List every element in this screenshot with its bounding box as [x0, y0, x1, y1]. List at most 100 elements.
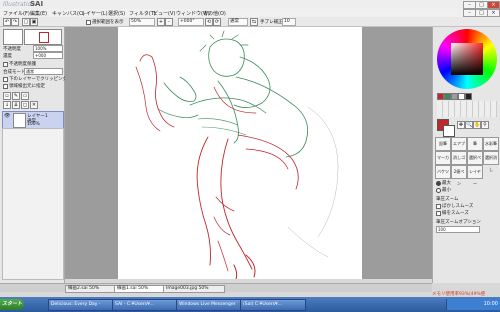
menu-select[interactable]: 選択(S): [108, 10, 125, 17]
mode-select[interactable]: 通常: [228, 18, 248, 26]
select-all-icon[interactable]: ▣: [30, 18, 38, 26]
start-button[interactable]: スタート: [0, 299, 24, 310]
protect-label: 不透明度保護: [9, 62, 36, 67]
taskbar-item-sai[interactable]: SAI - C:¥Users¥...: [112, 299, 178, 311]
eyedropper-icon[interactable]: ⚲: [481, 121, 489, 129]
mode-label: 合成モード: [3, 70, 26, 75]
tool-watercolor[interactable]: 水彩筆: [483, 137, 499, 151]
doc-tab-3-name: Image003.jpg: [166, 286, 198, 291]
layer-list-empty: [2, 128, 64, 280]
tool-pencil[interactable]: 鉛筆: [435, 137, 451, 151]
tool-layer[interactable]: レイヤー: [467, 165, 483, 186]
redo-icon[interactable]: ↷: [11, 18, 19, 26]
taskbar-item-browser[interactable]: Delicious: Every Day -: [48, 299, 114, 311]
color-square[interactable]: [451, 43, 483, 75]
opacity-slider[interactable]: 100%: [33, 45, 63, 52]
size-min-radio[interactable]: [436, 188, 441, 193]
taskbar-item-sai-2[interactable]: (Sai) C:¥Users¥...: [240, 299, 306, 311]
zoom-field[interactable]: 50%: [129, 18, 155, 26]
navigator-thumb[interactable]: [3, 29, 23, 45]
doc-close-button[interactable]: ×: [487, 9, 500, 17]
menu-canvas[interactable]: キャンバス(C): [52, 10, 84, 17]
tool-binary-pen[interactable]: 2値ペン: [451, 165, 467, 186]
menu-layer[interactable]: レイヤー(L): [81, 10, 108, 17]
doc-tab-1-name: 線画2.sai: [68, 286, 88, 291]
layer-panel: 不透明度 100% 濃度 +000 不透明度保護 合成モード 通常 下のレイヤー…: [0, 27, 68, 283]
swatch-black[interactable]: [465, 93, 472, 100]
swatch-red[interactable]: [437, 93, 444, 100]
close-button[interactable]: ×: [487, 1, 500, 9]
ref-checkbox[interactable]: [3, 84, 8, 89]
stabilizer-select[interactable]: 10: [282, 18, 296, 26]
scratch-pad[interactable]: [437, 101, 497, 117]
clock: 10:00: [483, 301, 498, 307]
taskbar: スタート Delicious: Every Day - SAI - C:¥Use…: [0, 297, 500, 312]
protect-checkbox[interactable]: [3, 62, 8, 67]
rotate-right-icon[interactable]: ⟳: [213, 18, 221, 26]
tool-select-eraser[interactable]: 選択消し: [483, 151, 499, 172]
size-max-radio[interactable]: [436, 181, 441, 186]
deselect-icon[interactable]: ▢: [22, 18, 30, 26]
layer-opacity: 100%: [27, 122, 40, 127]
secondary-color[interactable]: [443, 125, 455, 137]
clip-checkbox[interactable]: [3, 77, 8, 82]
doc-tab-3-zoom: 50%: [198, 286, 209, 291]
tool-bucket[interactable]: バケツ: [435, 165, 451, 179]
pressure1-label: ぼかしスムーズ: [442, 204, 474, 209]
swatch-green[interactable]: [444, 93, 451, 100]
tool-marker[interactable]: マーカー: [435, 151, 451, 172]
menu-other[interactable]: その他(O): [203, 10, 226, 17]
doc-tab-2[interactable]: 線画1.sai 50%: [114, 285, 166, 293]
rotate-left-icon[interactable]: ⟲: [205, 18, 213, 26]
color-wheel[interactable]: [437, 29, 497, 89]
layer-row[interactable]: 👁 レイヤー1 通常 100%: [2, 111, 64, 129]
visibility-eye-icon[interactable]: 👁: [4, 113, 10, 119]
toolbar: ↶ ↷ ▢ ▣ 選択範囲を表示 50% + - +000° ⟲ ⟳ 通常 ⇆ 手…: [0, 17, 500, 27]
menu-file[interactable]: ファイル(F): [3, 10, 30, 17]
move-icon[interactable]: ✥: [457, 121, 465, 129]
drawing-canvas[interactable]: [118, 27, 362, 280]
new-linework-icon[interactable]: ✎: [12, 92, 20, 100]
density-slider[interactable]: +000: [33, 52, 63, 59]
app-name: SAI: [30, 0, 44, 8]
menu-edit[interactable]: 編集(E): [30, 10, 47, 17]
undo-icon[interactable]: ↶: [3, 18, 11, 26]
doc-tab-1-zoom: 50%: [89, 286, 100, 291]
doc-tab-1[interactable]: 線画2.sai 50%: [65, 285, 117, 293]
pressure1-checkbox[interactable]: [436, 204, 441, 209]
delete-layer-icon[interactable]: ✕: [30, 101, 38, 109]
new-folder-icon[interactable]: ▭: [21, 92, 29, 100]
zoom-tool-icon[interactable]: 🔍: [465, 121, 473, 129]
transfer-down-icon[interactable]: ↓: [3, 101, 11, 109]
blend-mode-select[interactable]: 通常: [24, 68, 63, 75]
menu-filter[interactable]: フィルタ(T): [129, 10, 156, 17]
pressure2-checkbox[interactable]: [436, 211, 441, 216]
tool-select-pen[interactable]: 選択ペン: [467, 151, 483, 172]
tool-eraser[interactable]: 消しゴム: [451, 151, 467, 172]
navigator-preview[interactable]: [24, 29, 62, 45]
doc-tab-3[interactable]: Image003.jpg 50%: [163, 285, 225, 293]
angle-field[interactable]: +000°: [178, 18, 204, 26]
pressure-option-label: 筆圧ズームオプション: [436, 220, 481, 225]
opacity-label: 不透明度: [3, 47, 21, 52]
merge-down-icon[interactable]: ⇊: [12, 101, 20, 109]
swatch-white[interactable]: [458, 93, 465, 100]
menu-view[interactable]: ビュー(V): [153, 10, 175, 17]
tool-panel: ✥ 🔍 ✋ ⚲ 鉛筆 エアブラシ 筆 水彩筆 マーカー 消しゴム 選択ペン 選択…: [432, 27, 500, 283]
swatch-gray[interactable]: [451, 93, 458, 100]
zoom-out-icon[interactable]: -: [165, 18, 173, 26]
clip-label: 下のレイヤーでクリッピング: [9, 77, 68, 82]
document-tabs: 線画2.sai 50% 線画1.sai 50% Image003.jpg 50%: [0, 283, 432, 293]
hand-icon[interactable]: ✋: [473, 121, 481, 129]
tool-airbrush[interactable]: エアブラシ: [451, 137, 467, 158]
pressure-option-field[interactable]: 100: [436, 226, 480, 233]
zoom-in-icon[interactable]: +: [157, 18, 165, 26]
tool-brush[interactable]: 筆: [467, 137, 483, 151]
system-tray: 10:00: [446, 299, 500, 310]
show-selection-checkbox[interactable]: [86, 20, 91, 25]
clear-layer-icon[interactable]: ◻: [21, 101, 29, 109]
new-layer-icon[interactable]: ▫: [3, 92, 11, 100]
taskbar-item-messenger[interactable]: Windows Live Messenger: [176, 299, 242, 311]
sketch-drawing: [135, 30, 339, 280]
flip-icon[interactable]: ⇆: [250, 18, 258, 26]
